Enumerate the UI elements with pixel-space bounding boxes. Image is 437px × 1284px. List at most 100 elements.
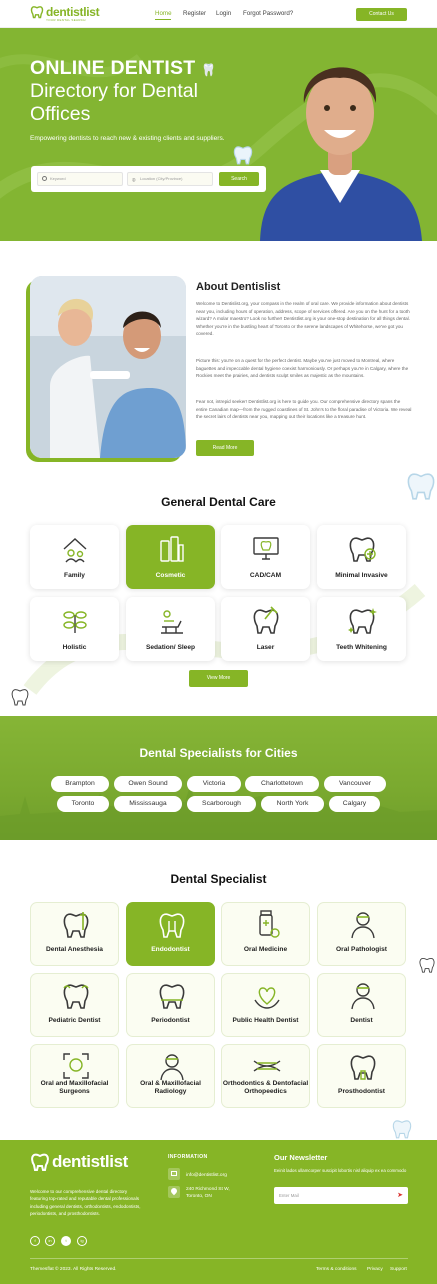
instagram-icon[interactable]: ig [77, 1236, 87, 1246]
city-pill[interactable]: Mississauga [114, 796, 182, 812]
nav-login[interactable]: Login [216, 10, 231, 17]
privacy-link[interactable]: Privacy [367, 1267, 383, 1272]
hero-section: ONLINE DENTIST 🦷 Directory for Dental Of… [0, 28, 437, 241]
card-endodontist[interactable]: Endodontist [126, 902, 215, 966]
card-holistic[interactable]: Holistic [30, 597, 119, 661]
city-pill[interactable]: Toronto [57, 796, 109, 812]
card-label: Dental Anesthesia [46, 946, 103, 953]
city-pill[interactable]: Brampton [51, 776, 109, 792]
about-paragraph: Picture this: you're on a quest for the … [196, 358, 409, 378]
card-dentist[interactable]: Dentist [317, 973, 406, 1037]
heart-hands-icon [252, 980, 282, 1010]
city-pill[interactable]: Charlottetown [245, 776, 319, 792]
location-input[interactable]: ⌾ Location (City/Province) [127, 172, 213, 186]
email-icon [168, 1168, 180, 1180]
card-label: Oral Pathologist [336, 946, 387, 953]
logo[interactable]: dentistlist YOUR DENTAL SEARCH [30, 5, 100, 22]
copyright: Themesflat © 2023. All Rights Reserved. [30, 1267, 117, 1272]
search-bar: Keyword ⌾ Location (City/Province) Searc… [31, 166, 266, 192]
city-pill[interactable]: Vancouver [324, 776, 386, 792]
card-minimal-invasive[interactable]: Minimal Invasive [317, 525, 406, 589]
card-label: Orthodontics & Dentofacial Orthopeedics [222, 1080, 309, 1095]
card-periodontist[interactable]: Periodontist [126, 973, 215, 1037]
card-cosmetic[interactable]: Cosmetic [126, 525, 215, 589]
card-label: Holistic [62, 644, 87, 651]
card-oral-and-maxillofacial-surgeons[interactable]: Oral and Maxillofacial Surgeons [30, 1044, 119, 1108]
newsletter-text: Eeinit lados ullamcorper suscipit lobort… [274, 1168, 407, 1173]
cosmetic-products-icon [156, 533, 186, 563]
newsletter-email-input[interactable]: Enter Mail ➤ [274, 1187, 408, 1204]
card-teeth-whitening[interactable]: Teeth Whitening [317, 597, 406, 661]
card-prosthodontist[interactable]: Prosthodontist [317, 1044, 406, 1108]
card-family[interactable]: Family [30, 525, 119, 589]
medicine-bottle-icon [252, 909, 282, 939]
dentist-chair-icon [156, 605, 186, 635]
footer-address-line2: Toronto, ON [186, 1194, 212, 1199]
root-canal-icon [157, 909, 187, 939]
card-sedation-sleep[interactable]: Sedation/ Sleep [126, 597, 215, 661]
nav-register[interactable]: Register [183, 10, 206, 17]
hero-dentist-image [260, 67, 422, 241]
info-heading: INFORMATION [168, 1154, 208, 1160]
card-label: CAD/CAM [249, 572, 282, 579]
card-label: Oral Medicine [243, 946, 288, 953]
family-house-icon [60, 533, 90, 563]
facebook-icon[interactable]: f [30, 1236, 40, 1246]
about-paragraph: Fear not, intrepid seeker! Dentistlist.o… [196, 399, 412, 419]
card-label: Cosmetic [155, 572, 186, 579]
card-label: Prosthodontist [338, 1088, 385, 1095]
city-pill[interactable]: Calgary [329, 796, 380, 812]
logo-text: dentistlist [46, 5, 100, 19]
cities-title: Dental Specialists for Cities [139, 746, 298, 760]
card-pediatric-dentist[interactable]: Pediatric Dentist [30, 973, 119, 1037]
about-paragraph: Welcome to Dentislist.org, your compass … [196, 301, 410, 336]
city-pill[interactable]: Scarborough [187, 796, 256, 812]
card-label: Laser [256, 644, 275, 651]
card-oral-medicine[interactable]: Oral Medicine [221, 902, 310, 966]
card-orthodontics-dentofacial-orthopeedics[interactable]: Orthodontics & Dentofacial Orthopeedics [221, 1044, 310, 1108]
city-pill[interactable]: Victoria [187, 776, 241, 792]
search-icon [42, 176, 47, 181]
footer-address-line1: 240 Richmond St W, [186, 1187, 230, 1192]
send-icon[interactable]: ➤ [397, 1187, 403, 1204]
card-label: Oral and Maxillofacial Surgeons [40, 1080, 109, 1095]
tooth-character-icon [392, 1120, 412, 1139]
keyword-input[interactable]: Keyword [37, 172, 123, 186]
dentist-person-icon [348, 980, 378, 1010]
card-label: Endodontist [151, 946, 190, 953]
site-footer: dentistlist Welcome to our comprehensive… [0, 1140, 437, 1284]
gum-tooth-icon [157, 980, 187, 1010]
location-pin-icon: ⌾ [132, 178, 136, 184]
logo-tagline: YOUR DENTAL SEARCH [46, 18, 86, 22]
syringe-tooth-icon [61, 909, 91, 939]
support-link[interactable]: Support [390, 1267, 407, 1272]
card-label: Periodontist [151, 1017, 190, 1024]
city-pill[interactable]: North York [261, 796, 324, 812]
footer-email[interactable]: info@dentistlist.org [186, 1172, 227, 1179]
tooth-mascot-icon [233, 146, 253, 165]
card-public-health-dentist[interactable]: Public Health Dentist [221, 973, 310, 1037]
view-more-button[interactable]: View More [189, 670, 248, 687]
scan-face-icon [61, 1051, 91, 1081]
nav-home[interactable]: Home [155, 10, 172, 17]
terms-link[interactable]: Terms & conditions [316, 1267, 357, 1272]
contact-us-button[interactable]: Contact Us [356, 8, 407, 21]
about-image [30, 276, 186, 458]
city-pill[interactable]: Owen Sound [114, 776, 182, 792]
footer-logo[interactable]: dentistlist [30, 1152, 128, 1172]
card-label: Oral & Maxillofacial Radiology [140, 1080, 201, 1095]
nav-forgot-password[interactable]: Forgot Password? [243, 10, 293, 17]
leaves-icon [60, 605, 90, 635]
card-laser[interactable]: Laser [221, 597, 310, 661]
read-more-button[interactable]: Read More [196, 440, 254, 456]
card-oral-pathologist[interactable]: Oral Pathologist [317, 902, 406, 966]
monitor-tooth-icon [251, 533, 281, 563]
card-cad-cam[interactable]: CAD/CAM [221, 525, 310, 589]
card-oral-maxillofacial-radiology[interactable]: Oral & Maxillofacial Radiology [126, 1044, 215, 1108]
card-dental-anesthesia[interactable]: Dental Anesthesia [30, 902, 119, 966]
cities-section: Dental Specialists for Cities Brampton O… [0, 716, 437, 840]
newsletter-heading: Our Newsletter [274, 1153, 328, 1162]
twitter-icon[interactable]: t [61, 1236, 71, 1246]
linkedin-icon[interactable]: in [45, 1236, 55, 1246]
footer-description: Welcome to our comprehensive dental dire… [30, 1189, 141, 1217]
